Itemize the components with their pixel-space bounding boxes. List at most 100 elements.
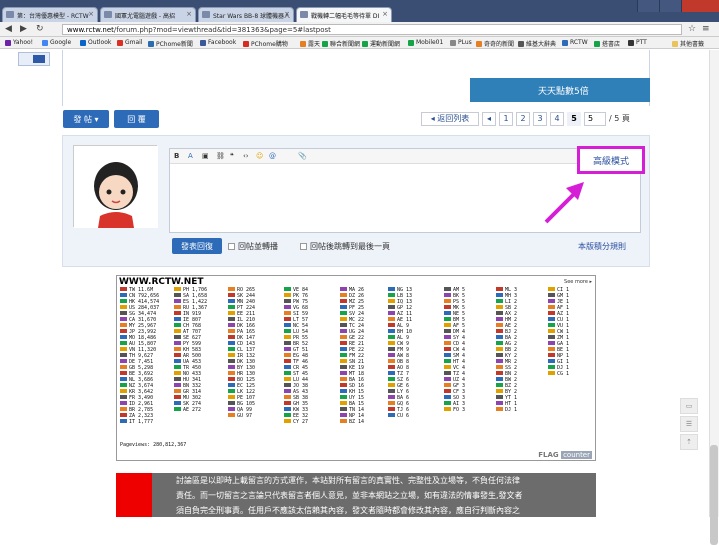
- url-input[interactable]: www.rctw.net/forum.php?mod=viewthread&ti…: [62, 24, 682, 35]
- country-flag-icon: [228, 401, 235, 405]
- country-flag-icon: [548, 317, 555, 321]
- submit-reply-button[interactable]: 發表回復: [172, 238, 222, 254]
- bookmark-item[interactable]: 搭書店: [594, 39, 620, 48]
- country-flag-icon: [496, 347, 503, 351]
- bookmark-item[interactable]: RCTW: [562, 39, 588, 46]
- bookmark-item[interactable]: 奇奇的新聞: [476, 39, 514, 48]
- country-flag-icon: [228, 365, 235, 369]
- country-flag-icon: [228, 299, 235, 303]
- image-icon[interactable]: ▣: [202, 152, 209, 160]
- font-color-icon[interactable]: A: [188, 152, 193, 160]
- forward-checkbox[interactable]: 回帖並轉播: [228, 241, 278, 252]
- country-flag-icon: [174, 365, 181, 369]
- country-flag-icon: [284, 419, 291, 423]
- bookmark-item[interactable]: Facebook: [200, 39, 236, 46]
- country-flag-icon: [120, 305, 127, 309]
- bookmark-item[interactable]: PLus: [450, 39, 472, 46]
- close-tab-icon[interactable]: ×: [382, 10, 388, 18]
- bookmark-item[interactable]: Outlook: [80, 39, 111, 46]
- bookmark-item[interactable]: Yahoo!: [5, 39, 33, 46]
- country-flag-icon: [174, 305, 181, 309]
- scrollbar-thumb[interactable]: [710, 445, 718, 545]
- flag-counter-widget[interactable]: WWW.RCTW.NET See more ▸ TW 11.6M CN 792,6…: [116, 275, 596, 461]
- bookmark-item[interactable]: 維基大辭典: [518, 39, 556, 48]
- bookmark-item[interactable]: Mobile01: [408, 39, 443, 46]
- list-icon[interactable]: ☰: [680, 416, 698, 432]
- reload-icon[interactable]: ↻: [36, 24, 44, 34]
- country-flag-icon: [174, 401, 181, 405]
- country-flag-icon: [548, 323, 555, 327]
- vertical-scrollbar[interactable]: [709, 50, 719, 545]
- country-flag-icon: [496, 287, 503, 291]
- country-flag-icon: [496, 359, 503, 363]
- see-more-link[interactable]: See more ▸: [564, 279, 592, 285]
- link-icon[interactable]: ⛓: [216, 152, 225, 160]
- country-flag-icon: [388, 407, 395, 411]
- reply-button[interactable]: 回 覆: [114, 110, 159, 128]
- prev-page-button[interactable]: ◂: [482, 111, 496, 126]
- menu-icon[interactable]: ≡: [702, 24, 710, 34]
- attachment-icon[interactable]: 📎: [298, 152, 307, 160]
- page-link[interactable]: 4: [550, 111, 564, 126]
- credit-rules-link[interactable]: 本版積分規則: [578, 241, 626, 252]
- site-logo[interactable]: [18, 52, 50, 66]
- bookmark-item[interactable]: Gmail: [117, 39, 143, 46]
- country-flag-icon: [120, 383, 127, 387]
- page-link[interactable]: 2: [516, 111, 530, 126]
- country-flag-icon: [496, 395, 503, 399]
- bookmark-item-other[interactable]: 其他書籤: [672, 39, 704, 48]
- bookmark-star-icon[interactable]: ☆: [688, 24, 696, 34]
- bookmark-item[interactable]: Google: [42, 39, 71, 46]
- advanced-mode-button[interactable]: 高級模式: [577, 146, 645, 174]
- bookmark-item[interactable]: 運動新聞網: [362, 39, 400, 48]
- back-to-top-icon[interactable]: ⇡: [680, 434, 698, 450]
- close-tab-icon[interactable]: ×: [186, 10, 192, 18]
- checkbox-icon[interactable]: [300, 243, 307, 250]
- country-flag-icon: [388, 383, 395, 387]
- maximize-button[interactable]: [659, 0, 681, 12]
- bookmark-item[interactable]: PChome新聞: [148, 39, 193, 48]
- forward-icon[interactable]: ▶: [20, 24, 27, 34]
- checkbox-icon[interactable]: [228, 243, 235, 250]
- bookmark-item[interactable]: PChome購物: [243, 39, 288, 48]
- country-flag-icon: [388, 323, 395, 327]
- back-to-list-link[interactable]: ◂ 返回列表: [421, 111, 479, 126]
- mobile01-icon: [408, 39, 414, 46]
- bookmark-item[interactable]: PTT: [628, 39, 647, 46]
- quote-icon[interactable]: ❝: [230, 152, 234, 160]
- comment-icon[interactable]: ▭: [680, 398, 698, 414]
- code-icon[interactable]: ‹›: [243, 152, 249, 160]
- close-tab-icon[interactable]: ×: [284, 10, 290, 18]
- country-flag-icon: [340, 413, 347, 417]
- minimize-button[interactable]: [637, 0, 659, 12]
- country-flag-icon: [444, 365, 451, 369]
- country-flag-icon: [340, 347, 347, 351]
- post-button[interactable]: 發 帖 ▾: [63, 110, 109, 128]
- jump-last-page-checkbox[interactable]: 回帖後跳轉到最後一頁: [300, 241, 390, 252]
- close-window-button[interactable]: [681, 0, 719, 12]
- news-icon: [476, 40, 482, 47]
- country-flag-icon: [284, 305, 291, 309]
- country-flag-icon: [174, 317, 181, 321]
- browser-tab[interactable]: Star Wars BB-8 球體機器人 ×: [198, 7, 294, 22]
- page-link[interactable]: 1: [499, 111, 513, 126]
- browser-tab-active[interactable]: 戰機轉二幅毛毛等待單 DI ×: [296, 7, 392, 22]
- at-icon[interactable]: @: [269, 152, 276, 160]
- promo-banner[interactable]: 天天點數5倍: [470, 78, 650, 102]
- bookmark-item[interactable]: 聯合新聞網: [322, 39, 360, 48]
- browser-tab[interactable]: 第：台灣優惠模型 - RCTW ×: [2, 7, 98, 22]
- bold-icon[interactable]: B: [174, 152, 179, 160]
- browser-tab[interactable]: 國軍尤電腦遊戲 - 高招 ×: [100, 7, 196, 22]
- country-flag-icon: [228, 335, 235, 339]
- bookmark-item[interactable]: 露天: [300, 39, 320, 48]
- smiley-icon[interactable]: ☺: [256, 152, 263, 160]
- country-flag-icon: [388, 401, 395, 405]
- outlook-icon: [80, 39, 86, 46]
- back-icon[interactable]: ◀: [5, 24, 12, 34]
- country-flag-icon: [228, 293, 235, 297]
- country-flag-icon: [548, 371, 555, 375]
- country-flag-icon: [284, 389, 291, 393]
- close-tab-icon[interactable]: ×: [88, 10, 94, 18]
- page-jump-input[interactable]: 5: [584, 111, 606, 126]
- page-link[interactable]: 3: [533, 111, 547, 126]
